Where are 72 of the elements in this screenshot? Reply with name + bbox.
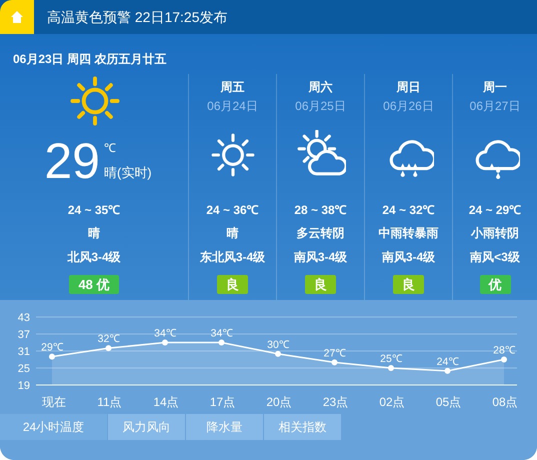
value-label: 29℃ <box>41 342 63 354</box>
temperature-range: 24 ~ 32℃ <box>382 202 435 219</box>
weekday-label: 周一 <box>483 79 507 96</box>
x-axis-label: 02点 <box>379 395 405 409</box>
value-label: 32℃ <box>98 333 120 346</box>
home-icon <box>10 10 24 24</box>
axis-tick-label: 43 <box>18 312 30 324</box>
air-quality-badge: 良 <box>217 275 248 294</box>
wind-text: 南风3-4级 <box>294 249 348 266</box>
wind-text: 东北风3-4级 <box>200 249 266 266</box>
condition-text: 晴 <box>88 225 100 242</box>
air-quality-badge: 良 <box>305 275 336 294</box>
weekday-label: 周六 <box>308 79 332 96</box>
tab[interactable]: 降水量 <box>186 414 263 440</box>
data-point <box>444 368 450 374</box>
x-axis-label: 20点 <box>266 395 292 409</box>
date-label: 06月25日 <box>295 98 346 115</box>
value-label: 34℃ <box>210 328 232 340</box>
temperature-unit: ℃ <box>104 141 117 155</box>
condition-text: 多云转阴 <box>296 225 344 242</box>
x-axis-label: 23点 <box>322 395 348 409</box>
value-label: 27℃ <box>324 347 346 360</box>
data-point <box>106 345 112 352</box>
data-point <box>501 356 507 362</box>
alert-text: 高温黄色预警 22日17:25发布 <box>47 8 228 26</box>
date-label: 06月27日 <box>470 98 520 115</box>
value-label: 30℃ <box>267 338 289 351</box>
value-label: 28℃ <box>493 344 515 356</box>
weekday-label: 周五 <box>220 79 244 96</box>
x-axis-label: 17点 <box>210 395 236 409</box>
tab[interactable]: 相关指数 <box>264 414 341 440</box>
axis-tick-label: 19 <box>18 380 30 392</box>
axis-tick-label: 25 <box>18 363 30 375</box>
x-axis-label: 11点 <box>97 395 122 409</box>
weekday-label: 周日 <box>396 79 420 96</box>
data-point <box>162 340 168 346</box>
data-point <box>218 340 224 346</box>
value-label: 24℃ <box>436 356 458 368</box>
axis-tick-label: 31 <box>18 346 30 358</box>
axis-tick-label: 37 <box>18 329 30 341</box>
air-quality-badge: 优 <box>480 275 510 294</box>
data-point <box>49 354 55 360</box>
alert-badge[interactable] <box>0 0 34 34</box>
x-axis-label: 14点 <box>153 395 179 409</box>
current-temperature: 29 <box>44 136 100 186</box>
current-condition: 晴(实时) <box>104 165 152 181</box>
data-point <box>332 359 338 366</box>
tab[interactable]: 24小时温度 <box>0 414 107 440</box>
wind-text: 南风3-4级 <box>382 249 436 266</box>
condition-text: 中雨转暴雨 <box>378 225 438 242</box>
x-axis-label: 05点 <box>436 395 462 409</box>
date-label: 06月26日 <box>383 98 434 115</box>
condition-text: 晴 <box>226 225 238 242</box>
x-axis-label: 现在 <box>42 395 66 409</box>
sun-icon <box>68 74 122 128</box>
data-point <box>275 350 281 357</box>
air-quality-badge: 48 优 <box>69 275 119 294</box>
x-axis-label: 08点 <box>492 395 518 409</box>
temperature-range: 24 ~ 35℃ <box>68 202 120 219</box>
date-label: 06月24日 <box>207 98 258 115</box>
temperature-range: 28 ~ 38℃ <box>294 202 347 219</box>
air-quality-badge: 良 <box>393 275 424 294</box>
temperature-range: 24 ~ 29℃ <box>468 202 522 219</box>
condition-text: 小雨转阴 <box>471 225 519 242</box>
wind-text: 北风3-4级 <box>67 249 121 266</box>
data-point <box>388 365 394 371</box>
wind-text: 南风<3级 <box>470 249 520 266</box>
date-line: 06月23日 周四 农历五月廿五 <box>12 51 168 68</box>
value-label: 25℃ <box>380 353 402 365</box>
value-label: 34℃ <box>154 328 176 340</box>
temperature-range: 24 ~ 36℃ <box>206 202 259 219</box>
tab[interactable]: 风力风向 <box>108 414 185 440</box>
